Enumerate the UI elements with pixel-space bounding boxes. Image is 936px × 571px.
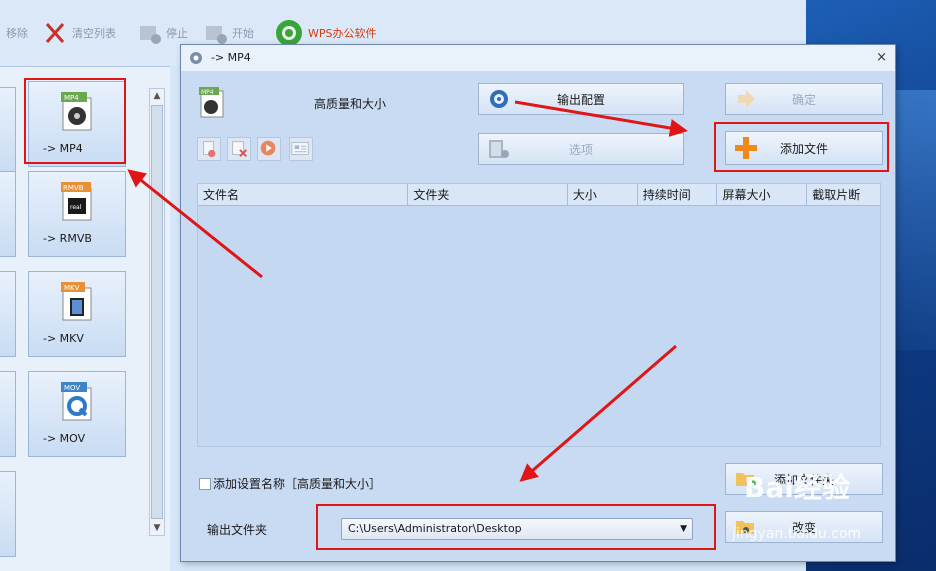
add-folder-label: 添加文件夹 [773,472,834,487]
change-folder-button[interactable]: 改变 [725,511,883,543]
svg-text:MP4: MP4 [201,89,214,96]
clear-files-icon [232,141,247,157]
svg-text:RMVB: RMVB [63,184,84,192]
output-folder-label: 输出文件夹 [207,523,268,537]
column-header-filename[interactable]: 文件名 [198,184,409,206]
remove-button[interactable]: 移除 [6,18,28,48]
dialog-title: -> MP4 [211,51,251,64]
start-icon [206,26,227,44]
format-strip [0,371,16,457]
info-tool[interactable] [289,137,313,161]
output-config-button[interactable]: 输出配置 [478,83,684,115]
clear-list-button[interactable]: 清空列表 [42,18,116,48]
options-button[interactable]: 选项 [478,133,684,165]
rmvb-real-icon: RMVB real [61,182,92,221]
table-header-row: 文件名 文件夹 大小 持续时间 屏幕大小 截取片断 [198,184,880,206]
play-icon [260,140,276,156]
output-path-value: C:\Users\Administrator\Desktop [348,522,522,535]
output-config-label: 输出配置 [556,92,605,107]
close-icon[interactable]: × [876,50,887,65]
clear-list-icon [45,23,65,43]
confirm-button[interactable]: 确定 [725,83,883,115]
play-tool[interactable] [257,137,281,161]
column-header-duration[interactable]: 持续时间 [638,184,718,206]
column-header-screen-size[interactable]: 屏幕大小 [717,184,808,206]
dropdown-arrow-icon: ▼ [680,524,687,534]
scroll-down-arrow[interactable]: ▼ [150,521,164,535]
convert-settings-dialog: -> MP4 × MP4 高质量和大小 输出配置 选项 确定 添加文件 文件名 … [180,44,896,562]
format-tile-mkv[interactable]: MKV -> MKV [28,271,126,357]
start-label: 开始 [232,27,254,40]
format-tile-mp4[interactable]: MP4 -> MP4 [28,81,126,167]
format-label: -> RMVB [43,232,92,245]
format-label: -> MP4 [43,142,83,155]
mp4-film-icon: MP4 [61,92,92,131]
file-list-table[interactable]: 文件名 文件夹 大小 持续时间 屏幕大小 截取片断 [197,183,881,447]
mkv-film-icon: MKV [61,282,92,321]
app-icon [190,52,202,64]
mov-quicktime-icon: MOV [61,382,92,421]
format-tile-rmvb[interactable]: RMVB real -> RMVB [28,171,126,257]
clear-files-tool[interactable] [227,137,251,161]
svg-text:MKV: MKV [64,284,80,292]
format-list-panel: MP4 -> MP4 RMVB real -> RMVB MKV -> MKV M… [0,66,170,571]
column-header-clip[interactable]: 截取片断 [807,184,880,206]
quality-label: 高质量和大小 [314,97,387,111]
column-header-folder[interactable]: 文件夹 [408,184,568,206]
svg-text:real: real [70,204,82,211]
options-label: 选项 [568,142,593,157]
change-folder-label: 改变 [791,520,816,535]
mp4-preset-icon: MP4 [199,87,224,118]
clear-list-label: 清空列表 [72,27,116,40]
wps-office-label: WPS办公软件 [308,27,377,40]
scroll-up-arrow[interactable]: ▲ [150,89,164,103]
format-label: -> MKV [43,332,84,345]
stop-label: 停止 [166,27,188,40]
column-header-size[interactable]: 大小 [568,184,638,206]
dialog-titlebar[interactable]: -> MP4 × [181,45,895,71]
add-file-label: 添加文件 [779,141,828,156]
format-strip [0,271,16,357]
format-tile-mov[interactable]: MOV -> MOV [28,371,126,457]
svg-text:MP4: MP4 [64,94,79,102]
format-strip [0,471,16,557]
add-setting-name-checkbox[interactable] [199,477,211,490]
add-setting-name-label: 添加设置名称［高质量和大小］ [213,477,382,491]
format-strip [0,87,16,173]
svg-text:MOV: MOV [64,384,80,392]
scroll-thumb[interactable] [151,105,163,519]
remove-file-tool[interactable] [197,137,221,161]
info-card-icon [291,142,309,155]
output-path-select[interactable]: C:\Users\Administrator\Desktop ▼ [341,518,693,540]
format-label: -> MOV [43,432,86,445]
format-strip [0,171,16,257]
add-folder-button[interactable]: 添加文件夹 [725,463,883,495]
format-list-scrollbar[interactable]: ▲ ▼ [149,88,165,536]
remove-label: 移除 [6,27,28,40]
add-file-button[interactable]: 添加文件 [725,131,883,165]
add-setting-name-option[interactable]: 添加设置名称［高质量和大小］ [199,475,381,492]
confirm-label: 确定 [791,92,816,107]
stop-icon [140,26,161,44]
remove-file-icon [203,141,216,158]
